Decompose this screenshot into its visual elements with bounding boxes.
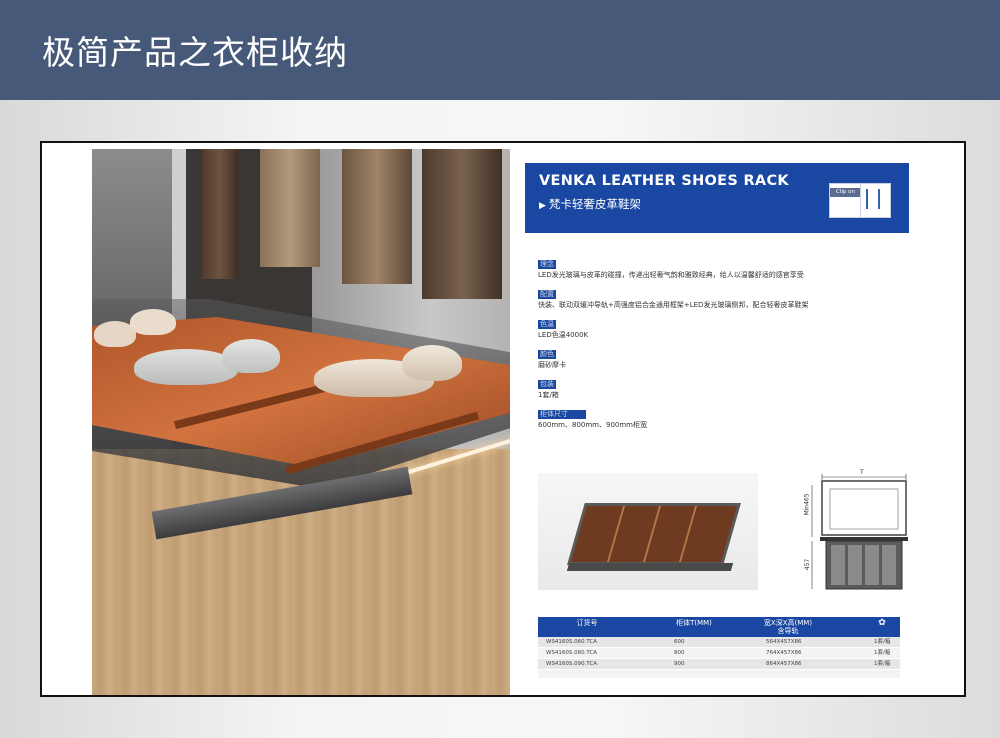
spec-item: 色温 LED色温4000K: [538, 311, 838, 341]
product-sheet: VENKA LEATHER SHOES RACK ▶ 梵卡轻奢皮革鞋架 Clip …: [40, 141, 966, 697]
col-cabinet-width: 柜体T(MM): [676, 619, 712, 627]
table-row: WS4160S.090.TCA 900 864X457X86 1套/箱: [538, 659, 900, 670]
cell-cabinet-width: 600: [674, 639, 685, 645]
spec-item: 配置 快装、联动双缓冲导轨+高强度铝合金通用框架+LED发光玻璃侧邦，配合轻奢皮…: [538, 281, 838, 311]
drawing-svg: [811, 474, 908, 590]
cell-dimensions: 564X457X86: [766, 639, 802, 645]
clip-on-label: Clip on: [830, 188, 861, 197]
cell-package: 1套/箱: [874, 650, 891, 656]
spec-list: 理念 LED发光玻璃与皮革的碰撞，传递出轻奢气韵和雅致经典，给人以温馨舒适的感官…: [538, 251, 838, 431]
cell-package: 1套/箱: [874, 661, 891, 667]
cell-package: 1套/箱: [874, 639, 891, 645]
spec-text: 快装、联动双缓冲导轨+高强度铝合金通用框架+LED发光玻璃侧邦，配合轻奢皮革鞋架: [538, 301, 809, 309]
spec-text: 磨砂摩卡: [538, 361, 566, 369]
order-table: 订货号 柜体T(MM) 宽X深X高(MM) 含导轨 ✿ WS4160S.060.T…: [538, 617, 900, 679]
spec-label: 色温: [538, 320, 556, 329]
photo-trouser: [202, 149, 238, 279]
cell-cabinet-width: 800: [674, 650, 685, 656]
drawing-dim-top: T: [860, 469, 864, 476]
table-row: WS4160S.080.TCA 800 764X457X86 1套/箱: [538, 648, 900, 659]
product-title-banner: VENKA LEATHER SHOES RACK ▶ 梵卡轻奢皮革鞋架 Clip …: [525, 163, 909, 233]
thumbnail-tray: [567, 503, 741, 565]
photo-trouser: [422, 149, 502, 299]
spec-label: 颜色: [538, 350, 556, 359]
product-title-cn: 梵卡轻奢皮革鞋架: [548, 197, 641, 211]
photo-trouser: [260, 149, 320, 267]
header-bar: 极简产品之衣柜收纳: [0, 0, 1000, 100]
col-dimensions: 宽X深X高(MM) 含导轨: [738, 619, 838, 635]
spec-text: 1套/箱: [538, 391, 559, 399]
packaging-icon: ✿: [878, 618, 886, 628]
product-thumbnail: [538, 473, 758, 590]
col-dimensions-label: 宽X深X高(MM): [763, 619, 813, 627]
spec-item: 柜体尺寸 600mm、800mm、900mm柜宽: [538, 401, 838, 431]
drawing-dim-side: Min465: [803, 493, 811, 516]
cell-order-no: WS4160S.080.TCA: [546, 650, 598, 656]
product-title-en: VENKA LEATHER SHOES RACK: [539, 173, 789, 189]
product-title-cn-row: ▶ 梵卡轻奢皮革鞋架: [539, 196, 641, 212]
spec-label: 配置: [538, 290, 556, 299]
cell-cabinet-width: 900: [674, 661, 685, 667]
col-dimensions-sub: 含导轨: [777, 627, 799, 635]
thumbnail-divider: [606, 506, 626, 562]
cell-dimensions: 864X457X86: [766, 661, 802, 667]
triangle-icon: ▶: [539, 201, 546, 211]
col-order-no: 订货号: [576, 619, 598, 627]
spec-label: 理念: [538, 260, 556, 269]
table-header: 订货号 柜体T(MM) 宽X深X高(MM) 含导轨 ✿: [538, 617, 900, 637]
spec-item: 颜色 磨砂摩卡: [538, 341, 838, 371]
spec-text: LED色温4000K: [538, 331, 589, 339]
cell-order-no: WS4160S.090.TCA: [546, 661, 598, 667]
drawing-dim-bottom: 457: [804, 558, 812, 571]
spec-text: 600mm、800mm、900mm柜宽: [538, 421, 647, 429]
thumbnail-divider: [678, 506, 698, 562]
spec-label: 包装: [538, 380, 556, 389]
cell-order-no: WS4160S.060.TCA: [546, 639, 598, 645]
spec-text: LED发光玻璃与皮革的碰撞，传递出轻奢气韵和雅致经典，给人以温馨舒适的感官享受: [538, 271, 804, 279]
photo-trouser: [342, 149, 412, 284]
cell-dimensions: 764X457X86: [766, 650, 802, 656]
shoe: [222, 339, 280, 373]
table-row-empty: [538, 670, 900, 679]
thumbnail-base: [566, 563, 734, 571]
spec-item: 包装 1套/箱: [538, 371, 838, 401]
shoe: [402, 345, 462, 381]
technical-drawing: T Min465 457: [803, 469, 924, 599]
brand-logo-badge: [860, 183, 891, 218]
page-title: 极简产品之衣柜收纳: [42, 33, 348, 72]
spec-item: 理念 LED发光玻璃与皮革的碰撞，传递出轻奢气韵和雅致经典，给人以温馨舒适的感官…: [538, 251, 838, 281]
thumbnail-divider: [642, 506, 662, 562]
clip-on-badge: Clip on: [829, 183, 862, 218]
shoe: [130, 309, 176, 335]
table-row: WS4160S.060.TCA 600 564X457X86 1套/箱: [538, 637, 900, 648]
spec-label: 柜体尺寸: [538, 410, 586, 419]
product-photo: [92, 149, 510, 695]
brand-logo-icon: [866, 189, 880, 209]
table-body: WS4160S.060.TCA 600 564X457X86 1套/箱 WS41…: [538, 637, 900, 679]
